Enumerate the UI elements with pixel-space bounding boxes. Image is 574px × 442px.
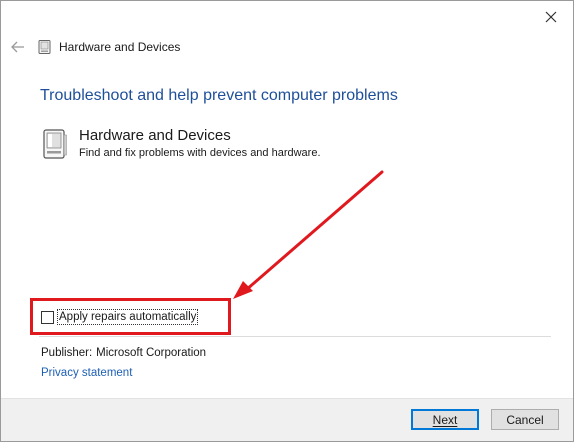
window-title: Hardware and Devices <box>59 40 181 54</box>
back-button[interactable] <box>9 38 27 56</box>
troubleshooter-item-text: Hardware and Devices Find and fix proble… <box>79 127 321 159</box>
publisher-info: Publisher: Microsoft Corporation <box>41 347 206 359</box>
item-description: Find and fix problems with devices and h… <box>79 147 321 159</box>
publisher-value: Microsoft Corporation <box>96 347 207 359</box>
publisher-label: Publisher: <box>41 347 93 359</box>
next-button-label: Next <box>432 412 458 427</box>
footer-bar: Next Cancel <box>1 398 573 441</box>
next-button[interactable]: Next <box>411 409 479 430</box>
divider <box>39 336 551 337</box>
hardware-device-icon <box>43 129 67 159</box>
close-icon <box>545 11 557 23</box>
privacy-statement-link[interactable]: Privacy statement <box>41 367 132 379</box>
apply-repairs-checkbox[interactable]: Apply repairs automatically <box>41 309 199 325</box>
item-title: Hardware and Devices <box>79 127 231 144</box>
checkbox-label: Apply repairs automatically <box>57 309 199 325</box>
checkbox-box[interactable] <box>41 310 54 324</box>
cancel-button[interactable]: Cancel <box>491 409 559 430</box>
troubleshooter-item: Hardware and Devices Find and fix proble… <box>41 127 321 161</box>
troubleshooter-window: Hardware and Devices Troubleshoot and he… <box>0 0 574 442</box>
title-bar: Hardware and Devices <box>9 37 180 57</box>
close-button[interactable] <box>537 6 565 28</box>
page-heading: Troubleshoot and help prevent computer p… <box>40 87 398 104</box>
hardware-device-icon <box>38 40 51 54</box>
back-arrow-icon <box>11 41 24 53</box>
